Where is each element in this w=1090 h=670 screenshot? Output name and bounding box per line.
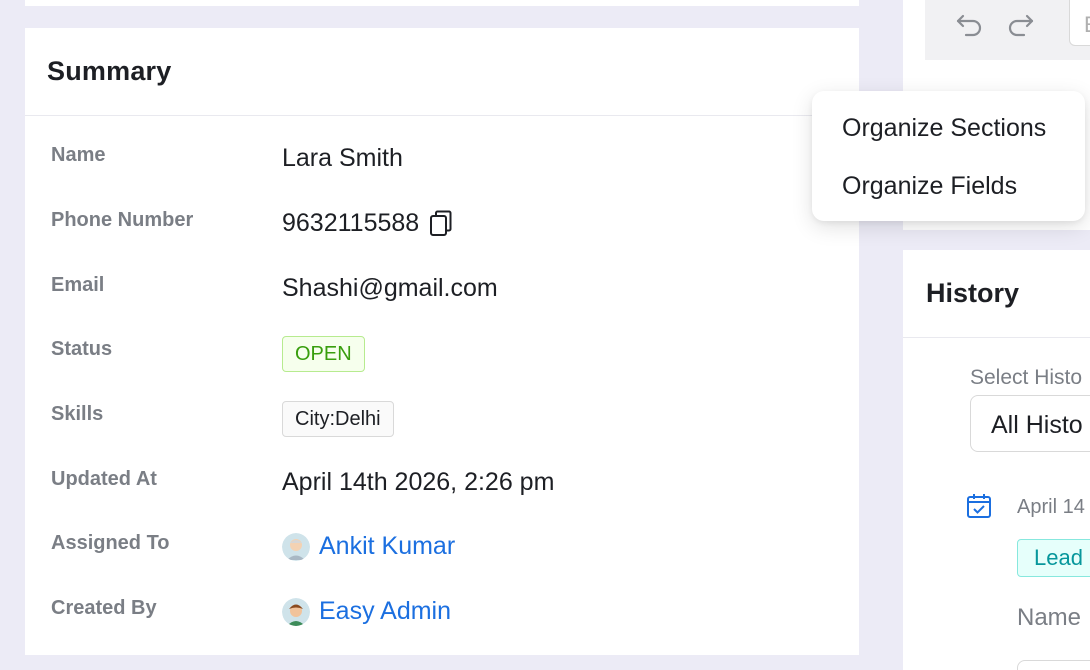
select-history-label: Select Histo — [970, 366, 1083, 389]
copy-icon[interactable] — [429, 210, 453, 238]
avatar — [282, 597, 310, 626]
avatar — [282, 532, 310, 561]
field-label: Updated At — [51, 468, 157, 490]
summary-header: Summary — [25, 28, 859, 116]
history-title: History — [926, 278, 1020, 308]
previous-card-bottom — [25, 0, 859, 6]
menu-item-organize-fields[interactable]: Organize Fields — [812, 157, 1085, 215]
updated-at-value: April 14th 2026, 2:26 pm — [282, 468, 555, 496]
status-badge: OPEN — [282, 336, 365, 372]
organize-menu: Organize Sections Organize Fields — [812, 91, 1085, 221]
assigned-to-value: Ankit Kumar — [282, 532, 455, 561]
skills-value: City:Delhi — [282, 401, 394, 437]
creator-user-link[interactable]: Easy Admin — [319, 597, 451, 626]
editor-toolbar — [925, 0, 1090, 60]
skill-tag: City:Delhi — [282, 401, 394, 437]
field-label: Email — [51, 274, 105, 296]
menu-item-organize-sections[interactable]: Organize Sections — [812, 99, 1085, 157]
field-label: Phone Number — [51, 209, 194, 231]
undo-icon[interactable] — [954, 8, 986, 40]
field-label: Status — [51, 338, 113, 360]
email-value: Shashi@gmail.com — [282, 274, 498, 302]
status-value: OPEN — [282, 336, 365, 372]
history-select[interactable]: All Histo — [970, 395, 1090, 452]
history-entry-date: April 14 — [1017, 496, 1085, 518]
history-field-label: Name — [1017, 604, 1082, 631]
assigned-user-link[interactable]: Ankit Kumar — [319, 532, 455, 561]
redo-icon[interactable] — [1004, 8, 1036, 40]
calendar-check-icon — [966, 493, 992, 519]
created-by-value: Easy Admin — [282, 597, 451, 626]
phone-value-group: 9632115588 — [282, 209, 453, 238]
phone-value: 9632115588 — [282, 209, 420, 237]
history-card: History Select Histo All Histo April 14 … — [903, 250, 1090, 670]
history-field-box — [1017, 660, 1090, 670]
field-label: Name — [51, 144, 106, 166]
history-entry-tag: Lead — [1017, 539, 1090, 577]
history-header: History — [903, 250, 1090, 338]
field-label: Created By — [51, 597, 157, 619]
summary-card: Summary Name Lara Smith Phone Number 963… — [25, 28, 859, 655]
summary-title: Summary — [47, 56, 172, 86]
name-value: Lara Smith — [282, 144, 403, 172]
field-label: Assigned To — [51, 532, 170, 554]
toolbar-input[interactable]: E — [1069, 0, 1090, 46]
field-label: Skills — [51, 403, 104, 425]
